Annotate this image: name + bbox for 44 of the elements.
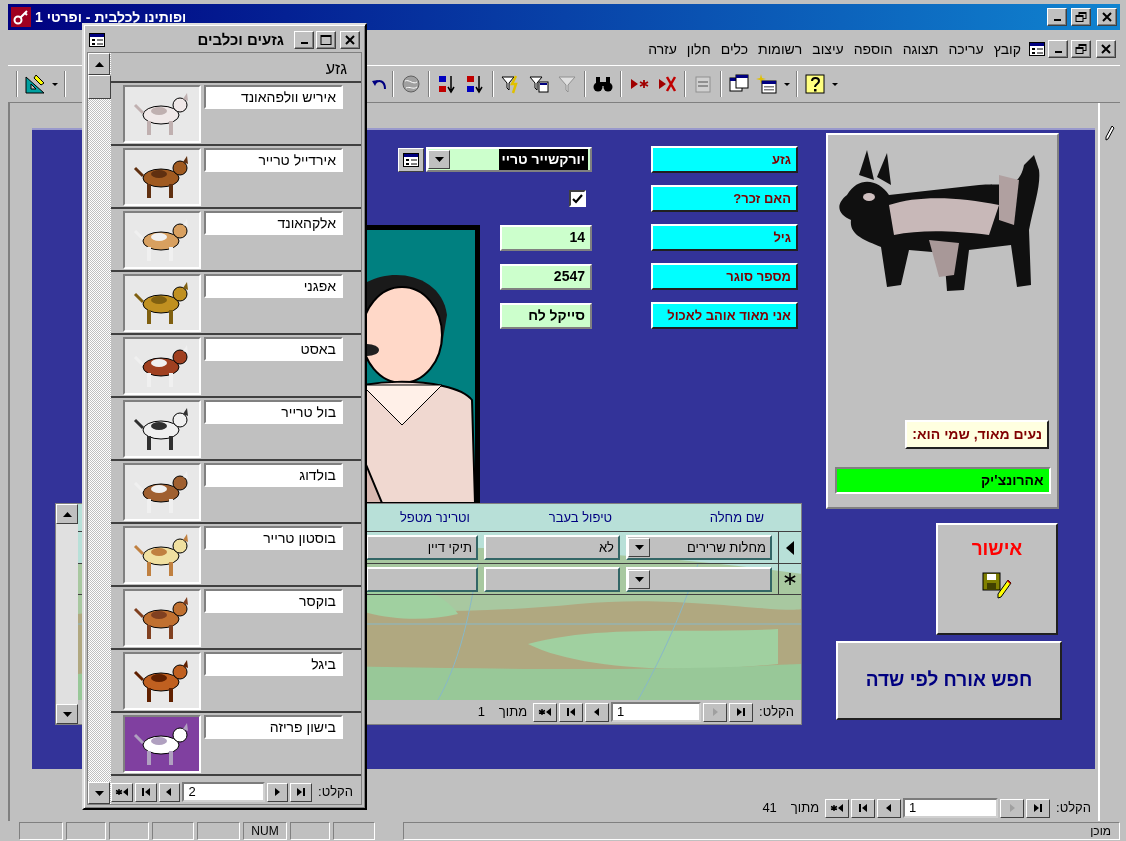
text-field[interactable]: 2547 [500, 263, 592, 290]
field-label: גיל [651, 224, 798, 251]
text-field[interactable]: 14 [500, 224, 592, 251]
breed-name-field[interactable]: אלקהאונד [204, 211, 343, 235]
record-number-field[interactable]: 1 [611, 702, 702, 722]
field-label: האם זכר? [651, 185, 798, 212]
menu-item[interactable]: הוספה [848, 38, 898, 60]
column-header: גזע [111, 53, 361, 83]
record-number-field[interactable]: 1 [903, 798, 999, 818]
breed-name-field[interactable]: אירדייל טרייר [204, 148, 343, 172]
record-label: הקלט: [1055, 799, 1092, 818]
record-number-field[interactable]: 2 [182, 782, 265, 802]
breed-name-field[interactable]: איריש וולפהאונד [204, 85, 343, 109]
menu-item[interactable]: עריכה [943, 38, 989, 60]
dog-name-field[interactable]: אהרונצ'יק [834, 467, 1051, 494]
breed-name-field[interactable]: בול טרייר [204, 400, 343, 424]
search-guest-button[interactable]: חפש אורח לפי שדה [836, 641, 1062, 720]
menu-item[interactable]: קובץ [988, 38, 1026, 60]
field-label: מספר סוגר [651, 263, 798, 290]
record-count-label: מתוך [497, 703, 529, 722]
breed-combo-box[interactable]: יורקשייר טריי [426, 147, 592, 172]
record-count-label: מתוך [789, 799, 821, 818]
breed-name-field[interactable]: באסט [204, 337, 343, 361]
status-indicator: NUM [243, 822, 287, 840]
window-title: ופותינו לכלבית - ופרטי 1 [35, 7, 187, 27]
menu-item[interactable]: עיצוב [807, 38, 849, 60]
field-label: אני מאוד אוהב לאכול [651, 302, 798, 329]
menu-item[interactable]: עזרה [643, 38, 682, 60]
menu-item[interactable]: כלים [715, 38, 754, 60]
window-title: גזעים וכלבים [197, 29, 284, 50]
menu-item[interactable]: חלון [681, 38, 716, 60]
breed-name-field[interactable]: בולדוג [204, 463, 343, 487]
status-text: מוכן [1090, 823, 1111, 840]
menu-item[interactable]: תצוגה [897, 38, 944, 60]
record-label: הקלט: [317, 783, 354, 802]
record-count: 1 [476, 703, 486, 722]
menu-item[interactable]: רשומות [753, 38, 808, 60]
field-label: גזע [651, 146, 798, 173]
breed-name-field[interactable]: אפגני [204, 274, 343, 298]
breed-name-field[interactable]: בישון פריזה [204, 715, 343, 739]
greeting-label: נעים מאוד, שמי הוא: [905, 420, 1049, 449]
text-field[interactable]: סייקל לח [500, 302, 592, 329]
record-label: הקלט: [758, 703, 795, 722]
record-count: 41 [761, 799, 778, 818]
